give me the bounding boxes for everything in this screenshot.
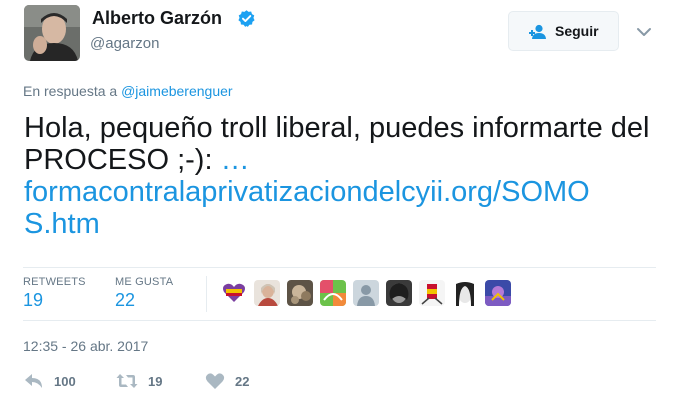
- retweets-label: RETWEETS: [23, 276, 86, 288]
- likes-count: 22: [115, 290, 136, 310]
- liker-avatar[interactable]: [452, 280, 478, 306]
- follow-button[interactable]: Seguir: [508, 11, 619, 51]
- tweet-link[interactable]: formacontralaprivatizaciondelcyii.org/SO…: [24, 176, 590, 240]
- like-action[interactable]: 22: [205, 372, 249, 390]
- author-handle[interactable]: @agarzon: [90, 35, 159, 52]
- reply-count: 100: [54, 373, 76, 389]
- retweets-stat[interactable]: RETWEETS 19: [23, 276, 86, 311]
- liker-avatar[interactable]: [221, 280, 247, 306]
- tweet-text: Hola, pequeño troll liberal, puedes info…: [24, 112, 664, 240]
- liker-avatar[interactable]: [419, 280, 445, 306]
- liker-avatar[interactable]: [353, 280, 379, 306]
- stats-divider-bottom: [23, 320, 656, 321]
- reply-context-prefix: En respuesta a: [23, 83, 118, 99]
- stats-separator: [206, 276, 207, 312]
- retweet-count: 19: [148, 373, 163, 389]
- likes-stat[interactable]: ME GUSTA 22: [115, 276, 173, 311]
- chevron-down-icon[interactable]: [636, 24, 652, 36]
- like-count: 22: [235, 373, 250, 389]
- tweet-timestamp[interactable]: 12:35 - 26 abr. 2017: [23, 338, 148, 354]
- tweet-link-line2[interactable]: S.htm: [24, 208, 100, 240]
- retweets-count: 19: [23, 290, 44, 310]
- tweet-link-ellipsis[interactable]: …: [221, 144, 250, 176]
- reply-action[interactable]: 100: [24, 372, 76, 390]
- tweet-link-line1[interactable]: formacontralaprivatizaciondelcyii.org/SO…: [24, 176, 590, 208]
- reply-icon: [25, 374, 42, 388]
- retweet-icon: [116, 374, 138, 388]
- stats-divider-top: [23, 267, 656, 268]
- likes-label: ME GUSTA: [115, 276, 174, 288]
- liker-avatar[interactable]: [287, 280, 313, 306]
- author-avatar[interactable]: [24, 5, 80, 61]
- author-name[interactable]: Alberto Garzón: [92, 8, 222, 29]
- liker-avatar[interactable]: [386, 280, 412, 306]
- liker-avatar[interactable]: [254, 280, 280, 306]
- follow-button-label: Seguir: [555, 23, 599, 39]
- retweet-action[interactable]: 19: [116, 372, 162, 390]
- verified-badge-icon: [237, 9, 256, 28]
- reply-context: En respuesta a @jaimeberenguer: [23, 83, 233, 99]
- follow-user-icon: [527, 24, 551, 40]
- tweet-text-body: Hola, pequeño troll liberal, puedes info…: [24, 112, 650, 176]
- reply-mention-link[interactable]: @jaimeberenguer: [121, 83, 233, 99]
- heart-icon: [205, 373, 225, 389]
- liker-avatar[interactable]: [485, 280, 511, 306]
- liker-avatar[interactable]: [320, 280, 346, 306]
